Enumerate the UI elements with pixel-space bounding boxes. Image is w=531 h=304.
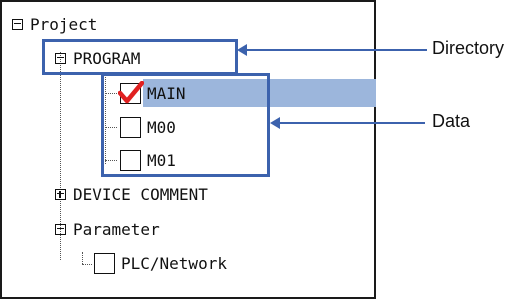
tree-node-plc-network[interactable]: PLC/Network	[94, 251, 227, 275]
tree-node-parameter[interactable]: Parameter	[55, 217, 160, 241]
tree-node-label: Parameter	[73, 219, 160, 239]
collapse-icon[interactable]	[12, 18, 23, 30]
data-pointer-line	[278, 122, 425, 124]
data-annotation-label: Data	[432, 111, 471, 131]
tree-node-label: PLC/Network	[121, 253, 227, 273]
data-callout-box	[101, 73, 270, 177]
tree-node-project[interactable]: Project	[12, 12, 97, 36]
tree-node-label: Project	[30, 14, 98, 34]
directory-callout-box	[42, 39, 238, 75]
checkbox[interactable]	[94, 252, 115, 274]
directory-annotation-label: Directory	[432, 38, 505, 58]
tree-guide-line	[82, 264, 92, 265]
tree-node-device-comment[interactable]: DEVICE COMMENT	[55, 182, 208, 206]
tree-guide-line	[82, 252, 83, 264]
project-tree-panel: Project PROGRAM MAIN M00 M01 DEVICE COMM…	[0, 0, 376, 299]
collapse-icon[interactable]	[55, 223, 66, 235]
expand-icon[interactable]	[55, 188, 66, 200]
tree-node-label: DEVICE COMMENT	[73, 184, 208, 204]
directory-pointer-line	[245, 49, 427, 51]
